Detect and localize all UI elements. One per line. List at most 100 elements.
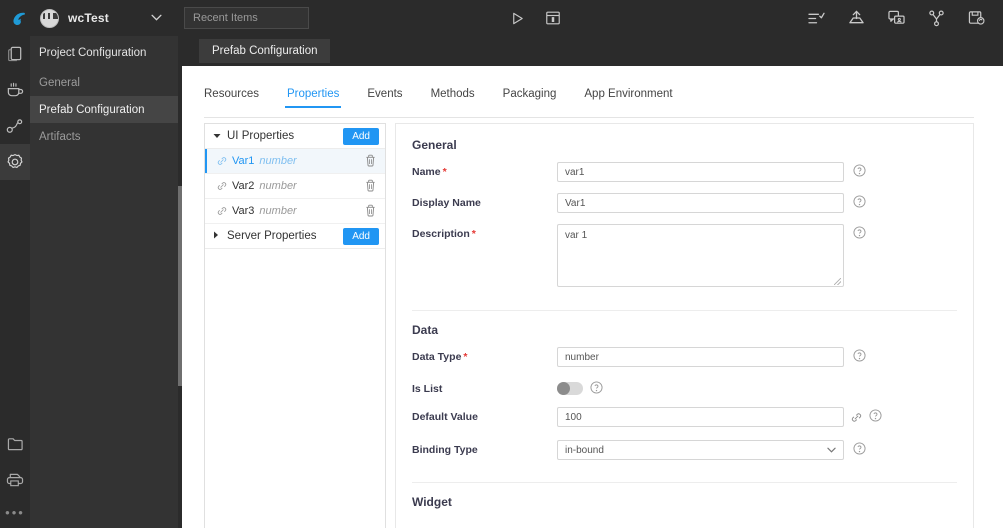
comments-icon (887, 10, 905, 24)
property-row-var2[interactable]: Var2 number (205, 174, 385, 199)
rail-documents[interactable] (0, 36, 30, 72)
chevron-down-icon[interactable] (151, 13, 162, 24)
property-name: Var2 (232, 180, 255, 192)
help-circle-icon[interactable] (869, 409, 882, 422)
scrollbar-thumb[interactable] (178, 186, 182, 386)
add-ui-property-button[interactable]: Add (343, 128, 379, 145)
layout-button[interactable] (540, 5, 566, 31)
printer-icon (6, 473, 24, 487)
upload-icon (848, 10, 864, 24)
property-detail-form: General Name * var1 Display Name Var1 De… (395, 123, 974, 528)
rail-files[interactable] (0, 426, 30, 462)
save-as-button[interactable] (963, 5, 989, 31)
node-graph-icon (6, 119, 23, 133)
trash-icon[interactable] (365, 179, 376, 195)
center-toolbar (504, 5, 566, 31)
add-server-property-button[interactable]: Add (343, 228, 379, 245)
field-label-default-value: Default Value (412, 411, 478, 423)
field-name: Name * var1 (412, 162, 973, 182)
section-title-general: General (412, 138, 457, 152)
recent-items-input[interactable]: Recent Items (184, 7, 309, 29)
data-type-value: number (565, 351, 599, 363)
branch-share-icon (928, 10, 944, 26)
help-circle-icon[interactable] (853, 349, 866, 362)
caret-down-icon[interactable] (213, 132, 221, 141)
share-button[interactable] (923, 5, 949, 31)
tab-resources[interactable]: Resources (204, 88, 273, 108)
field-label-is-list: Is List (412, 383, 443, 395)
help-circle-icon[interactable] (590, 381, 603, 394)
workspace-tab-prefab-configuration[interactable]: Prefab Configuration (199, 39, 331, 63)
play-run-icon (512, 12, 523, 24)
rail-settings[interactable] (0, 144, 30, 180)
help-circle-icon[interactable] (853, 226, 866, 239)
content-scrollbar[interactable] (178, 66, 182, 528)
binding-type-select[interactable]: in-bound (557, 440, 844, 460)
task-list-button[interactable] (803, 5, 829, 31)
tab-properties[interactable]: Properties (273, 88, 353, 108)
documents-icon (7, 46, 21, 62)
field-label-binding-type: Binding Type (412, 444, 478, 456)
sidebar-item-prefab-configuration[interactable]: Prefab Configuration (30, 96, 178, 123)
recent-items-placeholder: Recent Items (193, 12, 258, 24)
field-default-value: Default Value 100 (412, 407, 973, 428)
publish-button[interactable] (843, 5, 869, 31)
tab-app-environment[interactable]: App Environment (570, 88, 686, 108)
tabs-divider (204, 117, 974, 118)
project-selector[interactable]: wcTest (36, 0, 170, 36)
property-name: Var1 (232, 155, 255, 167)
caret-right-icon[interactable] (213, 231, 221, 241)
run-button[interactable] (504, 5, 530, 31)
help-circle-icon[interactable] (853, 442, 866, 455)
toggle-knob (557, 382, 570, 395)
project-name: wcTest (68, 11, 109, 25)
property-group-ui-properties[interactable]: UI Properties Add (205, 124, 385, 149)
section-title-widget: Widget (412, 495, 452, 509)
list-check-icon (807, 12, 825, 23)
tab-events[interactable]: Events (353, 88, 416, 108)
required-marker: * (463, 351, 468, 363)
right-toolbar (803, 0, 989, 36)
data-type-input[interactable]: number (557, 347, 844, 367)
sidebar-item-artifacts[interactable]: Artifacts (30, 123, 178, 150)
tab-packaging[interactable]: Packaging (489, 88, 571, 108)
coffee-cup-icon (7, 82, 24, 97)
app-logo-icon[interactable] (0, 0, 36, 36)
is-list-toggle[interactable] (557, 382, 583, 395)
field-binding-type: Binding Type in-bound (412, 440, 973, 460)
property-row-var1[interactable]: Var1 number (205, 149, 385, 174)
resize-grip-icon[interactable] (834, 278, 841, 285)
name-input-value: var1 (565, 166, 585, 178)
help-circle-icon[interactable] (853, 195, 866, 208)
name-input[interactable]: var1 (557, 162, 844, 182)
property-row-var3[interactable]: Var3 number (205, 199, 385, 224)
chevron-down-icon[interactable] (827, 445, 836, 456)
trash-icon[interactable] (365, 204, 376, 220)
trash-icon[interactable] (365, 154, 376, 170)
top-toolbar: wcTest Recent Items (0, 0, 1003, 36)
display-name-input-value: Var1 (565, 197, 586, 209)
help-circle-icon[interactable] (853, 164, 866, 177)
field-label-name: Name * (412, 166, 447, 178)
default-value-input[interactable]: 100 (557, 407, 844, 427)
app-window: wcTest Recent Items ••• Project Configur… (0, 0, 1003, 528)
display-name-input[interactable]: Var1 (557, 193, 844, 213)
field-label-description: Description * (412, 228, 476, 240)
property-group-server-properties[interactable]: Server Properties Add (205, 224, 385, 249)
field-label-data-type: Data Type * (412, 351, 468, 363)
rail-more-button[interactable]: ••• (0, 498, 30, 528)
property-type: number (259, 180, 297, 192)
workspace-tabstrip: Prefab Configuration (178, 36, 1003, 66)
icon-rail-bottom: ••• (0, 426, 30, 528)
rail-services[interactable] (0, 72, 30, 108)
field-label-display-name: Display Name (412, 197, 481, 209)
link-icon[interactable] (851, 410, 862, 428)
rail-deploy[interactable] (0, 462, 30, 498)
sidebar-item-general[interactable]: General (30, 69, 178, 96)
field-is-list: Is List (412, 379, 973, 395)
rail-flows[interactable] (0, 108, 30, 144)
field-data-type: Data Type * number (412, 347, 973, 367)
comments-button[interactable] (883, 5, 909, 31)
tab-methods[interactable]: Methods (417, 88, 489, 108)
description-textarea[interactable]: var 1 (557, 224, 844, 287)
